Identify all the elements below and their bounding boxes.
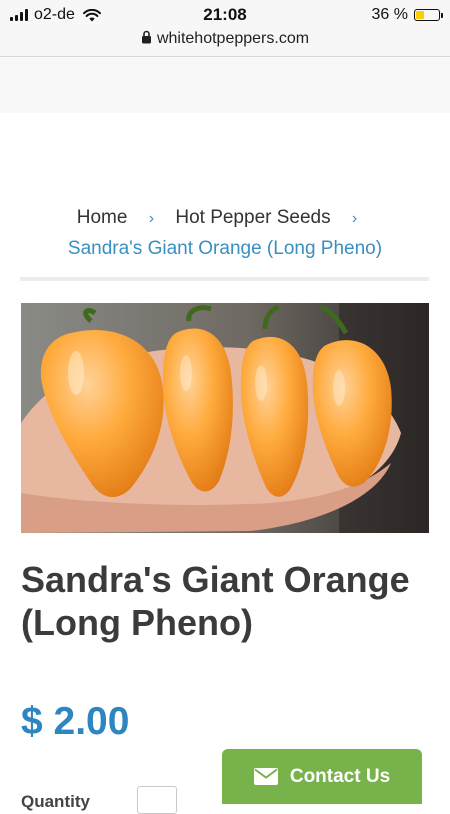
product-title: Sandra's Giant Orange (Long Pheno) bbox=[21, 559, 410, 643]
battery-icon bbox=[414, 9, 443, 21]
status-bar: o2-de 21:08 36 % whitehotpeppers.com bbox=[0, 0, 450, 57]
chevron-right-icon: › bbox=[351, 210, 358, 227]
breadcrumb: Home › Hot Pepper Seeds › Sandra's Giant… bbox=[20, 203, 430, 264]
quantity-label: Quantity bbox=[21, 792, 90, 811]
lock-icon bbox=[141, 30, 151, 44]
chevron-right-icon: › bbox=[148, 210, 155, 227]
product-price: $ 2.00 bbox=[21, 700, 130, 743]
contact-us-label: Contact Us bbox=[289, 765, 391, 787]
product-image[interactable] bbox=[21, 303, 429, 533]
breadcrumb-current: Sandra's Giant Orange (Long Pheno) bbox=[67, 238, 383, 259]
breadcrumb-category-link[interactable]: Hot Pepper Seeds bbox=[175, 207, 330, 228]
battery-percent: 36 % bbox=[371, 6, 408, 23]
battery-fill bbox=[416, 11, 424, 19]
address-bar[interactable]: whitehotpeppers.com bbox=[0, 30, 450, 48]
quantity-input[interactable] bbox=[137, 786, 177, 814]
envelope-icon bbox=[253, 768, 278, 785]
contact-us-button[interactable]: Contact Us bbox=[222, 749, 422, 804]
site-header bbox=[0, 57, 450, 113]
url-text: whitehotpeppers.com bbox=[156, 30, 310, 47]
status-right: 36 % bbox=[371, 6, 443, 24]
breadcrumb-home-link[interactable]: Home bbox=[77, 207, 128, 228]
divider bbox=[20, 277, 429, 281]
